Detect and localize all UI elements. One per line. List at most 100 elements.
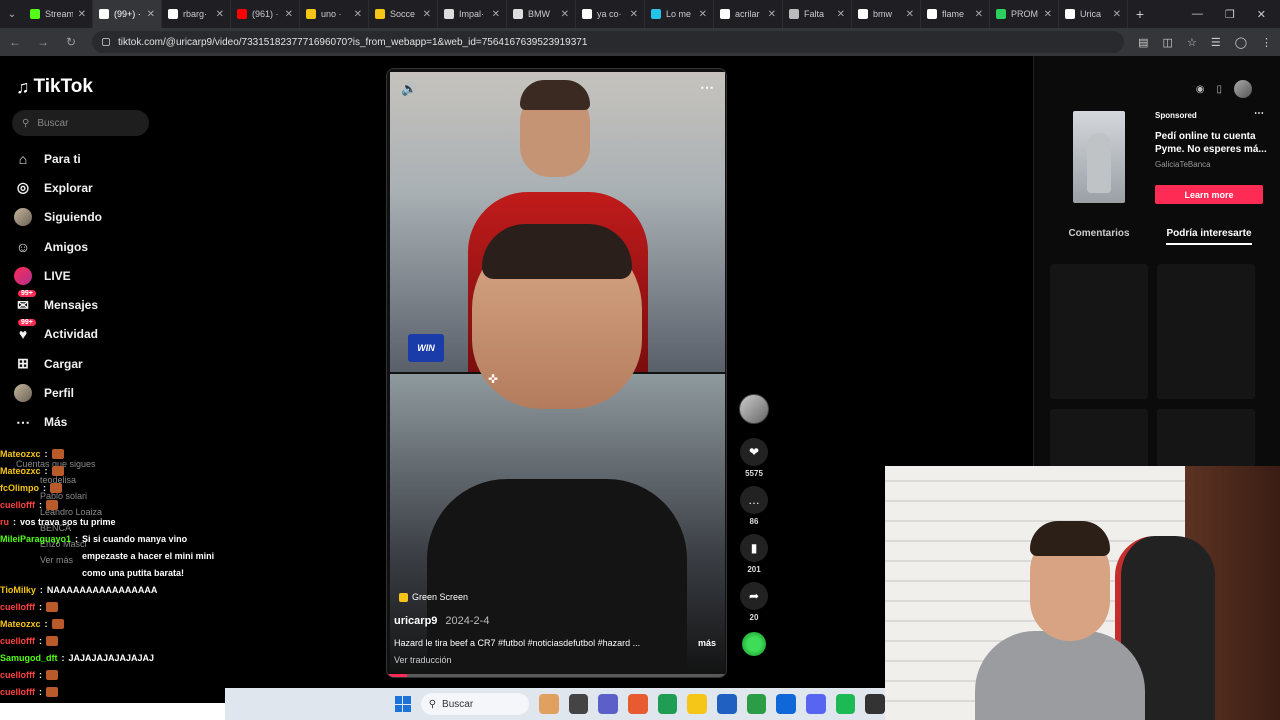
browser-tab[interactable]: bmw ✕ — [852, 0, 921, 28]
browser-tab[interactable]: Socce ✕ — [369, 0, 438, 28]
windows-start-icon[interactable] — [395, 696, 411, 712]
browser-tab[interactable]: flame ✕ — [921, 0, 990, 28]
sidebar-item[interactable]: ◎ Explorar — [14, 173, 184, 202]
tab-close-icon[interactable]: ✕ — [354, 9, 362, 20]
tab-close-icon[interactable]: ✕ — [630, 9, 638, 20]
windows-taskbar: ⚲ Buscar — [225, 688, 885, 720]
sidebar-item[interactable]: Perfil — [14, 378, 184, 407]
tab-close-icon[interactable]: ✕ — [975, 9, 983, 20]
tab-close-icon[interactable]: ✕ — [768, 9, 776, 20]
browser-tab[interactable]: Impal· ✕ — [438, 0, 507, 28]
caption-more-link[interactable]: más — [698, 638, 716, 648]
tiktok-logo[interactable]: ♫ TikTok — [16, 76, 93, 98]
sidebar-item[interactable]: ⊞ Cargar — [14, 349, 184, 378]
browser-tab[interactable]: Stream ✕ — [24, 0, 93, 28]
music-disc-icon[interactable] — [742, 632, 766, 656]
browser-tab[interactable]: Urica ✕ — [1059, 0, 1128, 28]
sidebar-item[interactable]: ✉ 99+ Mensajes — [14, 290, 184, 319]
video-author[interactable]: uricarp9 2024-2-4 — [394, 615, 489, 627]
sidebar-item[interactable]: ♥ 99+ Actividad — [14, 319, 184, 349]
taskbar-app-icon[interactable] — [539, 694, 559, 714]
browser-tab[interactable]: uno · ✕ — [300, 0, 369, 28]
tab-close-icon[interactable]: ✕ — [216, 9, 224, 20]
tab-close-icon[interactable]: ✕ — [837, 9, 845, 20]
right-panel-tab[interactable]: Comentarios — [1068, 228, 1129, 245]
browser-tab[interactable]: BMW ✕ — [507, 0, 576, 28]
user-avatar[interactable] — [1234, 80, 1252, 98]
tab-close-icon[interactable]: ✕ — [561, 9, 569, 20]
taskbar-app-icon[interactable] — [598, 694, 619, 714]
tab-close-icon[interactable]: ✕ — [285, 9, 293, 20]
url-field[interactable]: tiktok.com/@uricarp9/video/7331518237771… — [92, 31, 1125, 53]
browser-tab[interactable]: Falta ✕ — [783, 0, 852, 28]
like-button[interactable]: ❤ 5575 — [740, 438, 768, 478]
tab-close-icon[interactable]: ✕ — [1113, 9, 1121, 20]
learn-more-button[interactable]: Learn more — [1155, 185, 1263, 204]
browser-tab[interactable]: ya co· ✕ — [576, 0, 645, 28]
tab-close-icon[interactable]: ✕ — [78, 9, 86, 20]
video-progress-bar[interactable] — [387, 674, 726, 677]
taskbar-app-icon[interactable] — [835, 694, 856, 714]
sidebar-item[interactable]: ☺ Amigos — [14, 232, 184, 261]
site-info-icon[interactable] — [102, 38, 110, 46]
tab-close-icon[interactable]: ✕ — [906, 9, 914, 20]
volume-icon[interactable]: 🔊 — [401, 81, 417, 97]
video-player[interactable]: WIN 🔊 ⋯ Green Screen uricarp9 2024-2-4 H… — [386, 68, 727, 678]
bookmark-star-icon[interactable]: ☆ — [1187, 36, 1197, 49]
sidebar-item-label: Para ti — [44, 151, 81, 166]
new-tab-button[interactable]: + — [1128, 6, 1152, 22]
browser-tab[interactable]: acrilar ✕ — [714, 0, 783, 28]
taskbar-app-icon[interactable] — [717, 694, 737, 714]
effect-tag[interactable]: Green Screen — [399, 592, 468, 602]
sidebar-item[interactable]: ⋯ Más — [14, 408, 184, 437]
reload-icon[interactable]: ↻ — [64, 35, 78, 49]
tab-close-icon[interactable]: ✕ — [1044, 9, 1052, 20]
sidebar-item[interactable]: ⌂ Para ti — [14, 144, 184, 173]
ad-thumbnail[interactable] — [1073, 111, 1125, 203]
search-input[interactable]: ⚲ Buscar — [12, 110, 149, 136]
tab-close-icon[interactable]: ✕ — [492, 9, 500, 20]
avatar — [14, 384, 32, 403]
browser-menu-icon[interactable]: ⋮ — [1261, 36, 1272, 49]
taskbar-app-icon[interactable] — [657, 694, 678, 714]
profile-icon[interactable]: ◯ — [1235, 36, 1247, 49]
taskbar-app-icon[interactable] — [568, 694, 589, 714]
video-more-icon[interactable]: ⋯ — [700, 79, 714, 96]
browser-tab[interactable]: (99+) · ✕ — [93, 0, 162, 28]
taskbar-search[interactable]: ⚲ Buscar — [420, 693, 530, 715]
minimize-icon[interactable]: — — [1192, 8, 1203, 21]
translate-icon[interactable]: ◫ — [1163, 36, 1173, 49]
taskbar-app-icon[interactable] — [628, 694, 648, 714]
tab-close-icon[interactable]: ✕ — [147, 9, 155, 20]
tab-search-button[interactable]: ⌄ — [0, 0, 24, 28]
browser-tab[interactable]: Lo me ✕ — [645, 0, 714, 28]
close-window-icon[interactable]: ✕ — [1257, 8, 1266, 21]
media-icon[interactable]: ☰ — [1211, 36, 1221, 49]
browser-tab[interactable]: rbarg· ✕ — [162, 0, 231, 28]
taskbar-app-icon[interactable] — [806, 694, 826, 714]
tab-close-icon[interactable]: ✕ — [699, 9, 707, 20]
taskbar-app-icon[interactable] — [865, 694, 885, 714]
sidebar-item[interactable]: Siguiendo — [14, 203, 184, 232]
cast-icon[interactable]: ▤ — [1138, 36, 1148, 49]
taskbar-app-icon[interactable] — [776, 694, 797, 714]
save-button[interactable]: ▮ 201 — [740, 534, 768, 574]
browser-tab[interactable]: PROM ✕ — [990, 0, 1059, 28]
taskbar-app-icon[interactable] — [687, 694, 708, 714]
browser-tab[interactable]: (961) · ✕ — [231, 0, 300, 28]
comment-button[interactable]: … 86 — [740, 486, 768, 526]
sidebar-item-label: Siguiendo — [44, 210, 102, 225]
forward-icon[interactable]: → — [36, 35, 50, 49]
right-panel-tab[interactable]: Podría interesarte — [1166, 228, 1252, 245]
ad-more-icon[interactable]: ⋯ — [1254, 108, 1264, 119]
compass-icon[interactable]: ◉ — [1196, 84, 1205, 95]
tab-close-icon[interactable]: ✕ — [423, 9, 431, 20]
translate-link[interactable]: Ver traducción — [394, 655, 452, 665]
device-icon[interactable]: ▯ — [1216, 84, 1222, 95]
maximize-icon[interactable]: ❐ — [1225, 8, 1235, 21]
taskbar-app-icon[interactable] — [746, 694, 767, 714]
share-button[interactable]: ➦ 20 — [740, 582, 768, 622]
sidebar-item[interactable]: LIVE — [14, 261, 184, 290]
author-avatar[interactable] — [739, 394, 769, 424]
back-icon[interactable]: ← — [8, 35, 22, 49]
